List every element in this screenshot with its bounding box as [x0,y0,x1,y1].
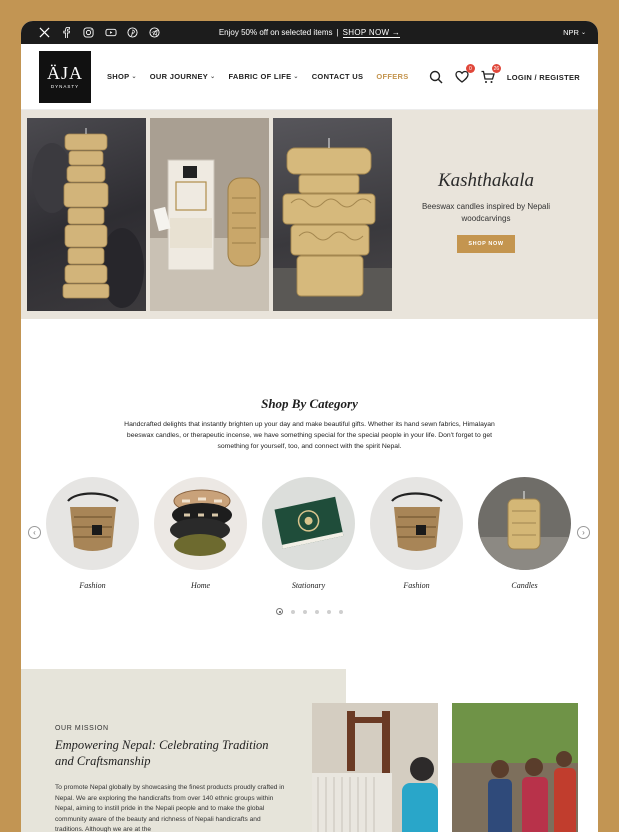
mission-section: OUR MISSION Empowering Nepal: Celebratin… [21,669,598,832]
wishlist-count-badge: 0 [465,64,475,73]
nav-item-label: OUR JOURNEY [149,72,209,81]
cart-count-badge: 26 [491,64,501,73]
category-item-fashion[interactable]: Fashion [46,477,139,590]
hero-banner: Kashthakala Beeswax candles inspired by … [21,110,598,319]
category-image [478,477,571,570]
hero-shop-now-button[interactable]: SHOP NOW [457,235,515,253]
category-item-fashion-2[interactable]: Fashion [370,477,463,590]
category-image [262,477,355,570]
wishlist-button[interactable]: 0 [455,64,475,84]
search-icon[interactable] [429,70,443,84]
chevron-down-icon: ⌄ [580,30,586,36]
mission-body: To promote Nepal globally by showcasing … [55,784,285,832]
logo-subtitle: DYNASTY [50,84,80,89]
nav-item-label: FABRIC OF LIFE [228,72,292,81]
nav-item-label: OFFERS [376,72,409,81]
hero-image-carved-candle [273,118,392,311]
category-image [46,477,139,570]
announcement-bar: NPR ⌄ [21,21,598,44]
instagram-icon[interactable] [82,26,95,39]
cart-icon [481,70,495,83]
nav-item-shop[interactable]: SHOP ⌄ [107,72,137,81]
site-header: ÄJA DYNASTY SHOP ⌄ OUR JOURNEY ⌄ FABRIC OF… [21,44,598,110]
currency-label: NPR [563,28,579,37]
category-label: Fashion [79,581,106,590]
hero-copy: Kashthakala Beeswax candles inspired by … [411,170,561,253]
social-links [38,26,161,39]
chevron-down-icon: ⌄ [131,74,137,80]
facebook-icon[interactable] [60,26,73,39]
hero-images [21,110,392,319]
header-actions: 0 26 LOGIN / REGISTER [429,44,580,110]
brand-logo[interactable]: ÄJA DYNASTY [39,50,91,103]
x-icon[interactable] [38,26,51,39]
category-item-home[interactable]: Home [154,477,247,590]
pagination-dot[interactable] [315,609,319,614]
chevron-down-icon: ⌄ [293,74,299,80]
section-description: Handcrafted delights that instantly brig… [124,421,495,450]
nav-item-our-journey[interactable]: OUR JOURNEY ⌄ [150,72,216,81]
shop-by-category: Shop By Category Handcrafted delights th… [21,319,598,669]
nav-item-fabric-of-life[interactable]: FABRIC OF LIFE ⌄ [228,72,298,81]
currency-selector[interactable]: NPR ⌄ [563,28,586,37]
section-title: Shop By Category [261,396,358,411]
mission-image-weaver [312,703,438,832]
cart-button[interactable]: 26 [481,64,501,84]
pagination-dot-active[interactable] [276,608,283,615]
heart-icon [455,70,469,83]
chevron-down-icon: ⌄ [210,74,216,80]
login-register-link[interactable]: LOGIN / REGISTER [507,73,580,82]
nav-item-label: CONTACT US [311,72,364,81]
carousel-pagination [21,608,598,615]
category-item-candles[interactable]: Candles [478,477,571,590]
nav-item-contact-us[interactable]: CONTACT US [312,72,364,81]
mission-copy: OUR MISSION Empowering Nepal: Celebratin… [55,725,287,832]
mission-image-villagers [452,703,578,832]
carousel-prev-button[interactable]: ‹ [28,526,41,539]
main-nav: SHOP ⌄ OUR JOURNEY ⌄ FABRIC OF LIFE ⌄ CONTA… [107,72,409,81]
category-carousel: Fashion Home Stationary Fashion Candles [46,477,571,590]
category-label: Home [190,581,211,590]
hero-image-gift-box [150,118,269,311]
hero-subtitle: Beeswax candles inspired by Nepali woodc… [421,202,551,223]
pinterest-icon[interactable] [126,26,139,39]
shop-now-link[interactable]: SHOP NOW → [342,28,401,38]
mission-label: OUR MISSION [55,725,109,732]
pagination-dot[interactable] [291,609,295,614]
category-label: Candles [511,581,538,590]
hero-title: Kashthakala [437,170,535,191]
nav-item-label: SHOP [107,72,130,81]
carousel-next-button[interactable]: › [577,526,590,539]
category-item-stationary[interactable]: Stationary [262,477,355,590]
pagination-dot[interactable] [303,609,307,614]
telegram-icon[interactable] [148,26,161,39]
mission-title: Empowering Nepal: Celebrating Tradition … [55,738,269,768]
pagination-dot[interactable] [327,609,331,614]
pagination-dot[interactable] [339,609,343,614]
category-image [370,477,463,570]
category-image [154,477,247,570]
youtube-icon[interactable] [104,26,117,39]
logo-wordmark: ÄJA [46,63,83,83]
hero-image-candle-tower [27,118,146,311]
nav-item-offers[interactable]: OFFERS [376,72,408,81]
browser-frame: NPR ⌄ Enjoy 50% off on selected items | … [21,21,598,832]
category-label: Stationary [291,581,326,590]
category-label: Fashion [403,581,430,590]
